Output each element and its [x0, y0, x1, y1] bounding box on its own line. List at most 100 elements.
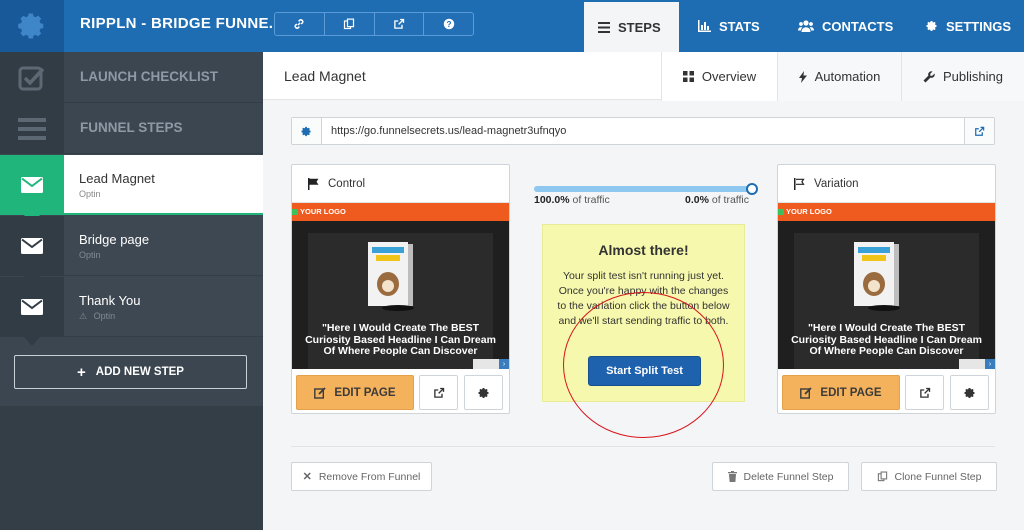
tab-stats-label: STATS: [719, 18, 760, 34]
traffic-split-slider[interactable]: [534, 186, 752, 192]
tab-settings[interactable]: SETTINGS: [912, 0, 1024, 52]
grid-icon: [682, 71, 694, 82]
step-type: Optin: [93, 311, 116, 321]
tab-steps-label: STEPS: [618, 19, 661, 35]
control-open-page-button[interactable]: [419, 375, 458, 410]
tab-settings-label: SETTINGS: [946, 18, 1012, 34]
tab-steps[interactable]: STEPS: [584, 2, 679, 52]
step-header: Lead Magnet Overview Automation Publishi…: [263, 52, 1024, 101]
url-settings-button[interactable]: [292, 118, 322, 144]
page-preview-logo-bar: YOUR LOGO: [292, 203, 509, 221]
remove-from-funnel-button[interactable]: ✕ Remove From Funnel: [291, 462, 432, 491]
gear-icon: [478, 387, 488, 398]
flag-outline-icon: [794, 177, 805, 190]
control-header: Control: [292, 165, 509, 203]
page-url[interactable]: https://go.funnelsecrets.us/lead-magnetr…: [331, 125, 566, 137]
tab-stats[interactable]: STATS: [684, 0, 774, 52]
notice-title: Almost there!: [598, 242, 689, 258]
variation-edit-page-button[interactable]: EDIT PAGE: [782, 375, 900, 410]
launch-checklist-label: LAUNCH CHECKLIST: [80, 69, 218, 84]
control-traffic-suffix: of traffic: [572, 194, 610, 206]
external-link-icon: [975, 126, 985, 136]
open-funnel-button[interactable]: [375, 13, 425, 35]
clone-funnel-button[interactable]: [325, 13, 375, 35]
logo-mark-icon: [778, 208, 784, 215]
tab-publishing[interactable]: Publishing: [901, 52, 1024, 101]
variation-settings-button[interactable]: [950, 375, 989, 410]
step-thank-you[interactable]: Thank You ⚠ Optin: [0, 277, 263, 337]
variation-label: Variation: [814, 177, 859, 190]
clone-icon: [877, 471, 887, 482]
control-edit-page-button[interactable]: EDIT PAGE: [296, 375, 414, 410]
preview-badge: [959, 359, 985, 369]
logo-placeholder: YOUR LOGO: [292, 207, 346, 216]
tab-contacts-label: CONTACTS: [822, 18, 894, 34]
clone-label: Clone Funnel Step: [894, 470, 982, 483]
variation-header: Variation: [778, 165, 995, 203]
envelope-icon: [21, 238, 43, 254]
flag-icon: [308, 177, 319, 190]
gear-logo[interactable]: [0, 0, 64, 52]
add-new-step-label: ADD NEW STEP: [95, 366, 184, 378]
top-bar: RIPPLN - BRIDGE FUNNE... ? STEPS STATS C…: [0, 0, 1024, 52]
tab-overview-label: Overview: [701, 69, 757, 84]
svg-text:?: ?: [446, 20, 451, 29]
warning-icon: ⚠: [79, 311, 88, 321]
funnel-steps-label: FUNNEL STEPS: [80, 120, 183, 135]
copy-link-button[interactable]: [275, 13, 325, 35]
tab-contacts[interactable]: CONTACTS: [784, 0, 907, 52]
variation-page-preview[interactable]: "Here I Would Create The BEST Curiosity …: [778, 221, 995, 369]
open-url-button[interactable]: [964, 118, 994, 144]
variation-traffic: 0.0% of traffic: [685, 194, 749, 206]
delete-label: Delete Funnel Step: [743, 470, 834, 483]
clone-icon: [344, 18, 355, 30]
step-name: Bridge page: [79, 232, 150, 247]
annotation-circle: [563, 292, 724, 438]
control-traffic-pct: 100.0%: [534, 194, 570, 206]
funnel-steps-item[interactable]: FUNNEL STEPS: [0, 103, 263, 154]
checklist-icon-box: [0, 52, 64, 103]
variation-traffic-pct: 0.0%: [685, 194, 709, 206]
close-icon: ✕: [302, 471, 312, 483]
control-actions: EDIT PAGE: [292, 369, 509, 413]
launch-checklist-item[interactable]: LAUNCH CHECKLIST: [0, 52, 263, 103]
delete-funnel-step-button[interactable]: Delete Funnel Step: [712, 462, 849, 491]
bolt-icon: [798, 70, 807, 83]
step-notch: [24, 337, 40, 346]
preview-badge: [473, 359, 499, 369]
clone-funnel-step-button[interactable]: Clone Funnel Step: [861, 462, 997, 491]
funnel-title: RIPPLN - BRIDGE FUNNE...: [80, 15, 283, 32]
step-name: Lead Magnet: [79, 171, 155, 186]
edit-icon: [800, 386, 813, 399]
variation-open-page-button[interactable]: [905, 375, 944, 410]
page-title: Lead Magnet: [284, 68, 366, 84]
control-traffic: 100.0% of traffic: [534, 194, 610, 206]
preview-arrow-icon: ›: [499, 359, 509, 369]
logo-placeholder: YOUR LOGO: [778, 207, 832, 216]
step-bridge-page[interactable]: Bridge page Optin: [0, 216, 263, 276]
envelope-icon: [21, 299, 43, 315]
sidebar: LAUNCH CHECKLIST FUNNEL STEPS Lead Magne…: [0, 52, 263, 530]
help-button[interactable]: ?: [424, 13, 473, 35]
tab-overview[interactable]: Overview: [661, 52, 777, 101]
variation-actions: EDIT PAGE: [778, 369, 995, 413]
control-variant-card: Control YOUR LOGO "Here I Would Create T…: [291, 164, 510, 414]
step-icon-box: [0, 277, 64, 337]
page-preview-logo-bar: YOUR LOGO: [778, 203, 995, 221]
gear-icon: [18, 13, 44, 39]
step-type: Optin: [79, 250, 101, 260]
control-page-preview[interactable]: "Here I Would Create The BEST Curiosity …: [292, 221, 509, 369]
logo-text: YOUR LOGO: [300, 207, 346, 216]
step-lead-magnet[interactable]: Lead Magnet Optin: [0, 155, 263, 215]
variation-traffic-suffix: of traffic: [711, 194, 750, 206]
ebook-cover-icon: [368, 242, 414, 311]
preview-headline: "Here I Would Create The BEST Curiosity …: [791, 322, 982, 357]
external-link-icon: [433, 387, 444, 398]
edit-icon: [314, 386, 327, 399]
sidebar-footer: [0, 406, 263, 530]
add-new-step-button[interactable]: + ADD NEW STEP: [14, 355, 247, 389]
control-settings-button[interactable]: [464, 375, 503, 410]
funnel-steps-icon-box: [0, 103, 64, 154]
tab-automation[interactable]: Automation: [777, 52, 901, 101]
remove-label: Remove From Funnel: [318, 470, 421, 483]
